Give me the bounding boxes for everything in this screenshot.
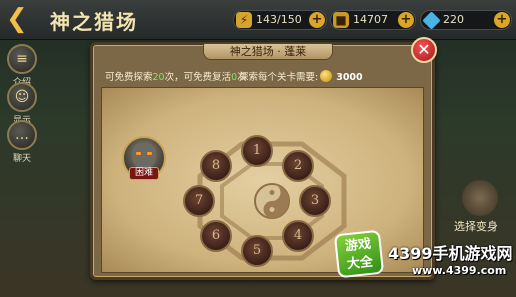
gold-value: 14707	[353, 13, 388, 26]
stage-node-3[interactable]: 3	[299, 185, 331, 217]
add-diamond-button[interactable]: +	[494, 12, 510, 28]
stage-node-1[interactable]: 1	[241, 135, 273, 167]
transform-select-label[interactable]: 选择变身	[454, 218, 498, 234]
explore-cost-info: 探索每个关卡需要: 3000	[239, 69, 363, 83]
diamond-value: 220	[443, 13, 464, 26]
transform-character-portrait[interactable]	[462, 180, 498, 216]
yin-yang-icon	[254, 183, 290, 219]
boss-portrait[interactable]: 困难	[122, 136, 166, 180]
watermark-url: www.4399.com	[412, 264, 507, 277]
watermark-logo: 游戏 大全	[333, 229, 385, 279]
free-explore-suffix: 次，可免费复活	[164, 72, 232, 83]
coin-stack-icon: ■	[333, 12, 349, 28]
free-explore-prefix: 可免费探索	[105, 72, 153, 83]
person-icon: ☺	[7, 82, 37, 112]
page-title: 神之猎场	[50, 10, 138, 34]
stamina-counter: ⚡ 143/150 +	[233, 10, 327, 30]
boss-face-icon	[132, 143, 156, 169]
watermark-badge-line2: 大全	[346, 254, 374, 273]
close-button[interactable]: ✕	[411, 37, 437, 63]
diamond-counter: 220 +	[420, 10, 512, 30]
speech-bubble-icon: …	[7, 120, 37, 150]
stamina-value: 143/150	[256, 13, 302, 26]
add-stamina-button[interactable]: +	[309, 12, 325, 28]
stage-node-5[interactable]: 5	[241, 235, 273, 267]
gold-counter: ■ 14707 +	[330, 10, 416, 30]
free-attempts-info: 可免费探索20次，可免费复活0次	[105, 69, 247, 83]
cost-value: 3000	[336, 72, 363, 83]
sidebar-item-label: 聊天	[12, 154, 31, 164]
difficulty-badge: 困难	[129, 167, 159, 180]
cost-label: 探索每个关卡需要:	[239, 72, 319, 83]
back-arrow-icon[interactable]: ❮	[6, 6, 40, 34]
stage-node-2[interactable]: 2	[282, 149, 314, 182]
sidebar-item-chat[interactable]: … 聊天	[3, 120, 41, 166]
dialog-title: 神之猎场 · 蓬莱	[203, 43, 333, 60]
stage-node-8[interactable]: 8	[199, 149, 232, 182]
free-explore-count: 20	[152, 72, 165, 83]
watermark-text: 4399手机游戏网	[388, 244, 513, 263]
hunting-ground-dialog: 神之猎场 · 蓬莱 ✕ 可免费探索20次，可免费复活0次 探索每个关卡需要: 30…	[90, 37, 437, 280]
gold-coin-icon	[320, 70, 333, 82]
stage-node-7[interactable]: 7	[183, 185, 215, 217]
close-icon: ✕	[417, 40, 431, 59]
book-icon: ≡	[7, 44, 37, 74]
diamond-icon	[422, 11, 441, 30]
add-gold-button[interactable]: +	[398, 12, 414, 28]
lightning-icon: ⚡	[236, 12, 252, 28]
top-bar: ❮ 神之猎场 ⚡ 143/150 + ■ 14707 + 220 +	[0, 0, 516, 40]
